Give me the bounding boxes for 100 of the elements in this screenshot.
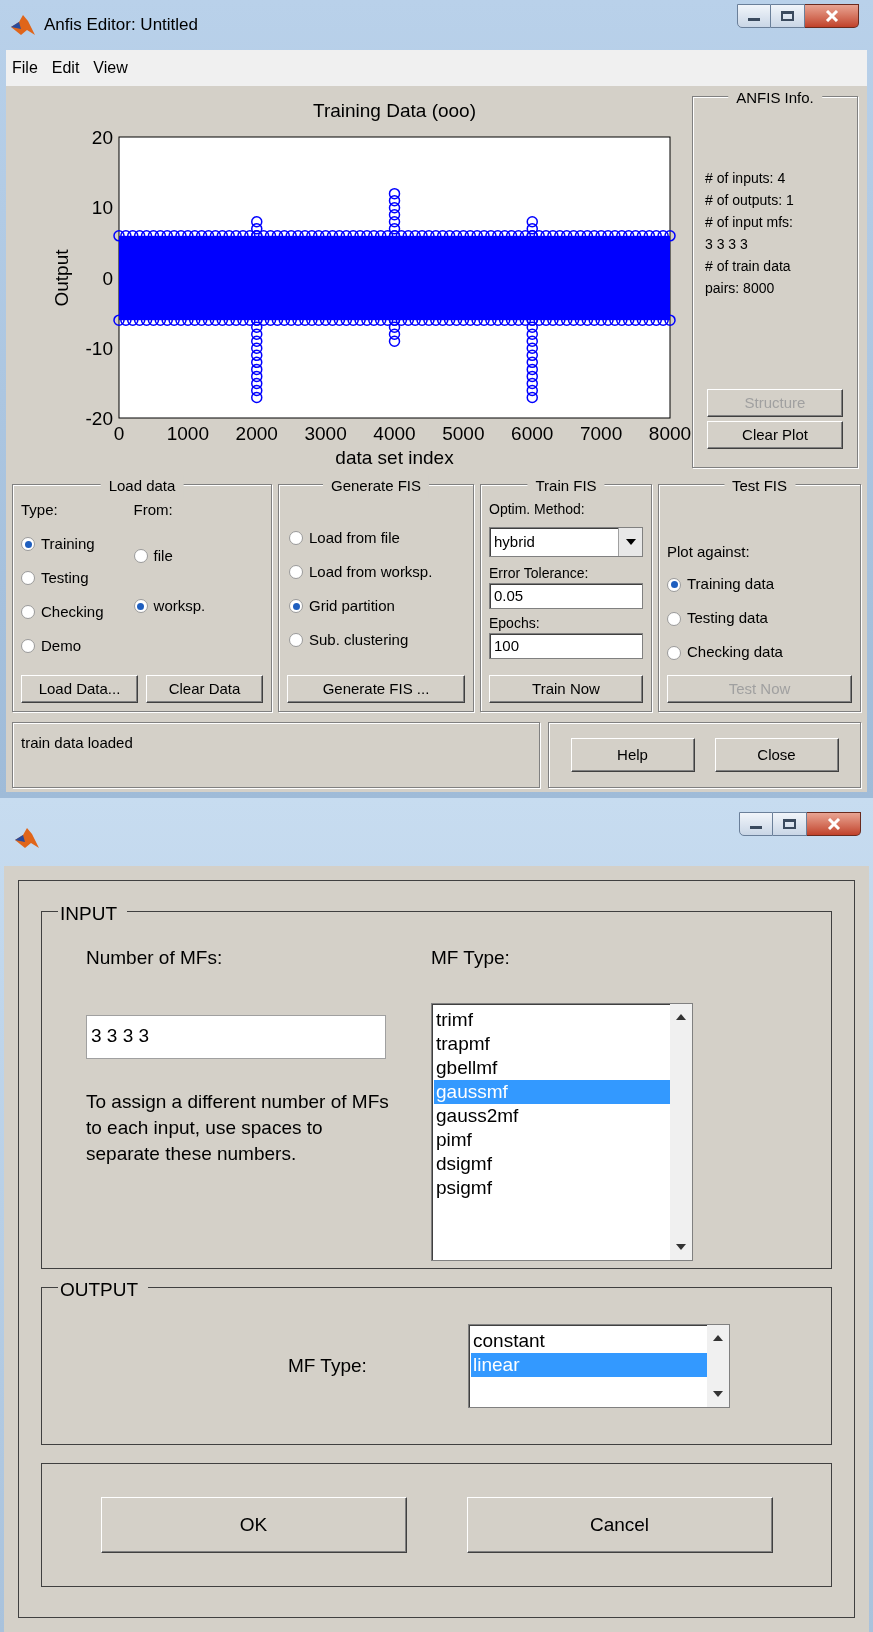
- type-label: Type:: [21, 500, 59, 520]
- window-title: Anfis Editor: Untitled: [44, 14, 198, 36]
- x-tick-label: 4000: [373, 423, 416, 444]
- dialog-button[interactable]: OK: [100, 1497, 407, 1553]
- list-item[interactable]: constant: [471, 1329, 707, 1353]
- push-button[interactable]: Clear Plot: [707, 421, 843, 449]
- y-tick-label: 20: [91, 127, 113, 148]
- x-tick-label: 0: [113, 423, 125, 444]
- tolerance-label: Error Tolerance:: [489, 564, 590, 583]
- push-button[interactable]: Clear Data: [146, 675, 263, 703]
- y-tick-label: -10: [85, 337, 113, 359]
- info-text: # of train data: [705, 257, 792, 276]
- push-button[interactable]: Train Now: [489, 675, 643, 703]
- epochs-label: Epochs:: [489, 614, 541, 633]
- scroll-down-icon: [676, 1243, 686, 1250]
- maximize-button[interactable]: [773, 812, 807, 836]
- list-item[interactable]: trapmf: [434, 1031, 670, 1056]
- radio-label: Checking data: [687, 642, 783, 663]
- minimize-button[interactable]: [739, 812, 773, 836]
- list-box[interactable]: constant linear: [468, 1324, 730, 1408]
- push-button[interactable]: Load Data...: [21, 675, 138, 703]
- radio-button[interactable]: [21, 571, 35, 585]
- close-button[interactable]: [807, 812, 861, 836]
- scroll-down-icon: [713, 1391, 723, 1397]
- radio-label: Testing: [41, 567, 89, 588]
- scroll-up-icon: [713, 1335, 723, 1341]
- x-axis-label: data set index: [335, 447, 454, 468]
- radio-button[interactable]: [133, 599, 148, 613]
- radio-label: worksp.: [153, 595, 206, 616]
- radio-label: Sub. clustering: [309, 629, 409, 650]
- mf-type-label: MF Type:: [288, 1353, 368, 1378]
- radio-button[interactable]: [21, 639, 35, 653]
- radio-button[interactable]: [289, 531, 303, 545]
- x-tick-label: 6000: [511, 423, 554, 444]
- tolerance-field[interactable]: 0.05: [489, 583, 643, 609]
- y-tick-label: -20: [85, 408, 113, 429]
- list-item[interactable]: gbellmf: [434, 1055, 670, 1080]
- scroll-up-icon: [676, 1013, 686, 1020]
- radio-label: Grid partition: [309, 595, 395, 616]
- maximize-button[interactable]: [771, 4, 805, 28]
- minimize-button[interactable]: [737, 4, 771, 28]
- radio-button[interactable]: [289, 565, 303, 579]
- list-item[interactable]: psigmf: [434, 1175, 670, 1200]
- y-tick-label: 10: [91, 197, 113, 219]
- mf-count-label: Number of MFs:: [86, 946, 224, 970]
- x-tick-label: 8000: [648, 423, 692, 444]
- info-text: # of outputs: 1: [705, 191, 795, 210]
- hint-text: To assign a different number of MFs to each input, use spaces to separate these numbers.: [86, 1089, 390, 1166]
- radio-button[interactable]: [289, 599, 303, 613]
- list-item[interactable]: dsigmf: [434, 1151, 670, 1176]
- radio-label: Training data: [687, 574, 774, 595]
- mf-type-label: MF Type:: [431, 946, 511, 970]
- dialog-button[interactable]: Cancel: [466, 1497, 773, 1553]
- x-tick-label: 1000: [166, 423, 209, 444]
- radio-label: Demo: [41, 635, 81, 656]
- x-tick-label: 3000: [304, 423, 347, 444]
- info-text: 3 3 3 3: [705, 235, 749, 254]
- x-tick-label: 2000: [235, 423, 278, 444]
- plot-against-label: Plot against:: [667, 542, 751, 562]
- scrollbar[interactable]: [670, 1003, 692, 1260]
- radio-label: Checking: [41, 601, 104, 622]
- x-tick-label: 5000: [442, 423, 485, 444]
- push-button[interactable]: Help: [570, 738, 695, 772]
- dropdown-arrow-icon: [625, 539, 636, 545]
- radio-button[interactable]: [21, 605, 35, 619]
- radio-button[interactable]: [667, 577, 681, 592]
- radio-button[interactable]: [289, 633, 303, 647]
- close-icon: [824, 10, 839, 22]
- scrollbar[interactable]: [707, 1325, 729, 1407]
- push-button[interactable]: Close: [714, 738, 839, 772]
- list-item[interactable]: trimf: [434, 1007, 670, 1032]
- push-button[interactable]: Generate FIS ...: [287, 675, 465, 703]
- info-text: # of input mfs:: [705, 213, 794, 232]
- list-item[interactable]: gauss2mf: [434, 1103, 670, 1128]
- menu-item[interactable]: View: [93, 56, 128, 80]
- menu-item[interactable]: Edit: [51, 56, 80, 80]
- app-logo-icon: [14, 826, 40, 850]
- plot-title: Training Data (ooo): [313, 100, 476, 121]
- list-item[interactable]: pimf: [434, 1127, 670, 1152]
- y-tick-label: 0: [102, 267, 113, 289]
- y-axis-label: Output: [51, 249, 72, 307]
- close-button[interactable]: [805, 4, 859, 28]
- method-dropdown[interactable]: hybrid: [489, 527, 643, 557]
- menu-item[interactable]: File: [12, 56, 38, 80]
- radio-button[interactable]: [21, 537, 35, 551]
- radio-label: Load from worksp.: [309, 561, 433, 582]
- radio-label: Testing data: [687, 608, 768, 629]
- method-label: Optim. Method:: [489, 500, 586, 519]
- radio-label: Training: [41, 533, 95, 554]
- info-text: # of inputs: 4: [705, 169, 787, 188]
- radio-button[interactable]: [133, 549, 148, 563]
- info-text: pairs: 8000: [705, 279, 776, 298]
- radio-button[interactable]: [667, 645, 681, 660]
- status-text: train data loaded: [21, 734, 133, 751]
- radio-button[interactable]: [667, 611, 681, 626]
- epochs-field[interactable]: 100: [489, 633, 643, 659]
- x-tick-label: 7000: [580, 423, 623, 444]
- mf-count-field[interactable]: 3 3 3 3: [86, 1014, 386, 1059]
- list-box[interactable]: trimf trapmf gbellmf gaussmf gauss2mf pimf dsigmf psigmf: [431, 1002, 693, 1261]
- radio-label: file: [153, 545, 173, 566]
